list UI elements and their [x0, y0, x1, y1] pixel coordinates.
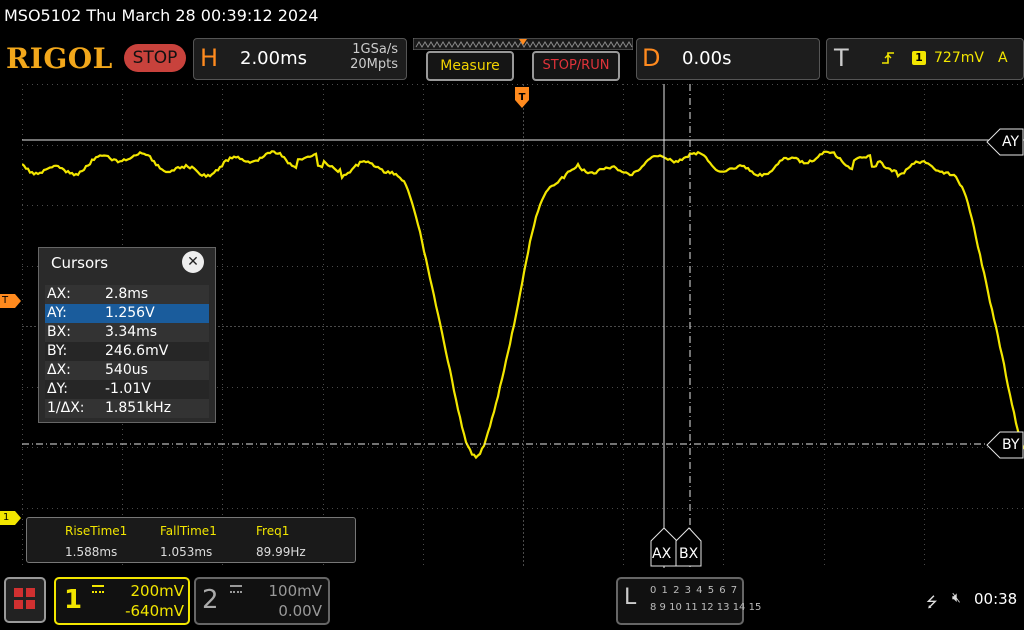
cursor-key: BX:: [47, 323, 71, 342]
measurement-value: 89.99Hz: [256, 545, 306, 559]
home-menu-button[interactable]: [4, 577, 46, 623]
cursor-key: AY:: [47, 304, 67, 323]
trigger-mode: A: [998, 50, 1008, 66]
cursor-key: BY:: [47, 342, 67, 361]
close-icon[interactable]: ✕: [182, 251, 204, 273]
logic-channels-low: 0 1 2 3 4 5 6 7: [650, 585, 738, 596]
channel2-settings: 100mV 0.00V: [236, 581, 322, 621]
delay-value: 0.00s: [682, 48, 731, 69]
status-clock: 00:38: [974, 590, 1017, 608]
cursor-row-ax[interactable]: AX: 2.8ms: [45, 285, 209, 304]
logic-analyzer-label: L: [624, 585, 636, 610]
cursor-value: 2.8ms: [105, 285, 148, 304]
cursor-key: ΔX:: [47, 361, 71, 380]
cursor-value: 1.256V: [105, 304, 155, 323]
cursor-value: 246.6mV: [105, 342, 168, 361]
measurement-label: Freq1: [256, 524, 289, 538]
cursors-panel: Cursors ✕ AX: 2.8ms AY: 1.256V BX: 3.34ms B…: [38, 247, 216, 423]
run-state-badge[interactable]: STOP: [124, 44, 186, 72]
cursor-row-ay[interactable]: AY: 1.256V: [45, 304, 209, 323]
cursor-value: 540us: [105, 361, 148, 380]
trigger-level: 727mV: [934, 50, 984, 66]
channel2-offset: 0.00V: [236, 601, 322, 621]
measurement-panel[interactable]: RiseTime1 1.588ms FallTime1 1.053ms Freq…: [26, 517, 356, 563]
trigger-level-label: T: [2, 295, 8, 306]
rising-edge-icon: [880, 49, 896, 67]
channel1-number: 1: [64, 585, 82, 615]
trigger-label: T: [834, 44, 849, 72]
measurement-label: FallTime1: [160, 524, 217, 538]
ax-cursor-label: AX: [652, 546, 671, 562]
trigger-source-badge: 1: [912, 51, 926, 65]
ay-cursor-label: AY: [1002, 134, 1019, 150]
cursor-value: 1.851kHz: [105, 399, 171, 418]
channel1-offset: -640mV: [98, 601, 184, 621]
memory-position-strip: [413, 38, 633, 50]
by-cursor-label: BY: [1002, 437, 1019, 453]
cursor-key: 1/ΔX:: [47, 399, 85, 418]
cursor-value: 3.34ms: [105, 323, 157, 342]
measurement-value: 1.588ms: [65, 545, 117, 559]
window-title: MSO5102 Thu March 28 00:39:12 2024: [4, 6, 318, 25]
bx-cursor-label: BX: [679, 546, 698, 562]
rigol-logo: RIGOL: [6, 42, 113, 75]
measure-button[interactable]: Measure: [426, 51, 514, 81]
cursor-row-by[interactable]: BY: 246.6mV: [45, 342, 209, 361]
measurement-value: 1.053ms: [160, 545, 212, 559]
cursor-row-inverse-delta-x[interactable]: 1/ΔX: 1.851kHz: [45, 399, 209, 418]
sample-rate: 1GSa/s: [320, 42, 398, 57]
acquisition-info: 1GSa/s 20Mpts: [320, 42, 398, 72]
speaker-muted-icon[interactable]: 🔇︎: [952, 590, 961, 606]
memory-depth: 20Mpts: [320, 57, 398, 72]
cursor-key: ΔY:: [47, 380, 68, 399]
cursor-row-bx[interactable]: BX: 3.34ms: [45, 323, 209, 342]
usb-icon: ⭍: [926, 592, 938, 616]
logic-channels-high: 8 9 10 11 12 13 14 15: [650, 602, 761, 613]
grid-menu-icon: [6, 579, 44, 621]
channel1-settings: 200mV -640mV: [98, 581, 184, 621]
trigger-position-label: T: [514, 92, 530, 103]
cursors-panel-title: Cursors: [51, 254, 108, 272]
cursor-key: AX:: [47, 285, 71, 304]
channel1-scale: 200mV: [98, 581, 184, 601]
channel1-offset-label: 1: [3, 512, 9, 523]
timebase-value: 2.00ms: [240, 48, 307, 69]
horizontal-label: H: [200, 44, 218, 72]
cursors-panel-header: Cursors ✕: [39, 248, 215, 278]
delay-label: D: [642, 44, 660, 72]
stop-run-button[interactable]: STOP/RUN: [532, 51, 620, 81]
channel2-scale: 100mV: [236, 581, 322, 601]
cursor-row-delta-x[interactable]: ΔX: 540us: [45, 361, 209, 380]
cursor-value: -1.01V: [105, 380, 151, 399]
cursor-row-delta-y[interactable]: ΔY: -1.01V: [45, 380, 209, 399]
measurement-label: RiseTime1: [65, 524, 127, 538]
channel2-number: 2: [202, 585, 219, 615]
